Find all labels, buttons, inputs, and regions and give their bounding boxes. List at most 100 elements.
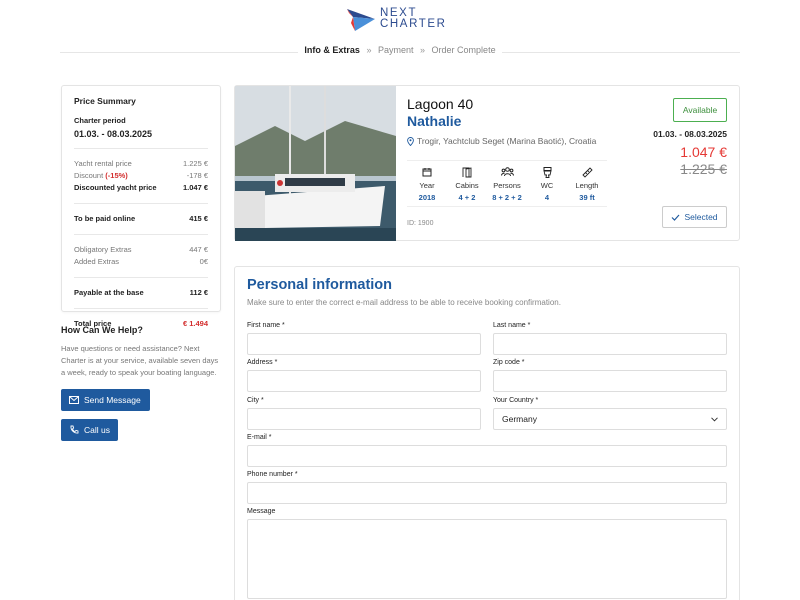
spec-persons: Persons 8 + 2 + 2 (487, 165, 527, 202)
first-name-field[interactable] (247, 333, 481, 355)
address-label: Address * (247, 359, 278, 366)
call-us-button[interactable]: Call us (61, 419, 118, 441)
base-label: Payable at the base (74, 288, 144, 297)
phone-field[interactable] (247, 482, 727, 504)
step-order-complete: Order Complete (431, 45, 496, 55)
phone-icon (70, 425, 79, 434)
email-field[interactable] (247, 445, 727, 467)
call-us-label: Call us (84, 425, 110, 435)
send-message-label: Send Message (84, 395, 141, 405)
price-summary-card: Price Summary Charter period 01.03. - 08… (61, 85, 221, 328)
divider (74, 234, 208, 235)
spec-label: WC (540, 181, 554, 190)
discount-label: Discount (74, 171, 104, 180)
discount-percent: (-15%) (105, 171, 128, 180)
spec-length: Length 39 ft (567, 165, 607, 202)
people-icon (500, 165, 514, 179)
city-label: City * (247, 397, 264, 404)
form-title: Personal information (247, 277, 393, 293)
base-value: 112 € (189, 288, 208, 297)
added-value: 0€ (199, 257, 208, 266)
discounted-label: Discounted yacht price (74, 183, 157, 192)
city-field[interactable] (247, 408, 481, 430)
ruler-icon (581, 165, 593, 179)
boat-image (235, 86, 396, 241)
boat-name: Nathalie (407, 113, 462, 129)
country-label: Your Country * (493, 397, 539, 404)
brand-logo[interactable]: NEXT CHARTER (345, 5, 447, 33)
rental-label: Yacht rental price (74, 159, 132, 168)
spec-wc: WC 4 (527, 165, 567, 202)
selected-button[interactable]: Selected (662, 206, 727, 228)
divider (74, 277, 208, 278)
selected-label: Selected (684, 212, 718, 222)
zip-field[interactable] (493, 370, 727, 392)
obligatory-value: 447 € (189, 245, 208, 254)
online-label: To be paid online (74, 214, 136, 223)
toilet-icon (542, 165, 552, 179)
charter-period: 01.03. - 08.03.2025 (74, 129, 153, 139)
spec-cabins: Cabins 4 + 2 (447, 165, 487, 202)
spec-label: Length (575, 181, 599, 190)
rental-value: 1.225 € (182, 159, 208, 168)
discounted-value: 1.047 € (182, 183, 208, 192)
booking-dates: 01.03. - 08.03.2025 (653, 129, 727, 139)
obligatory-row: Obligatory Extras 447 € (74, 244, 208, 256)
address-field[interactable] (247, 370, 481, 392)
email-label: E-mail * (247, 434, 272, 441)
spec-label: Year (419, 181, 435, 190)
send-message-button[interactable]: Send Message (61, 389, 150, 411)
online-value: 415 € (189, 214, 208, 223)
message-label: Message (247, 508, 276, 515)
divider (74, 308, 208, 309)
brand-line2: CHARTER (380, 18, 447, 30)
step-separator: » (420, 45, 426, 55)
rental-row: Yacht rental price 1.225 € (74, 158, 208, 170)
chevron-down-icon (711, 416, 718, 422)
spec-value: 4 (544, 193, 550, 202)
spec-value: 8 + 2 + 2 (492, 193, 522, 202)
boat-location: Trogir, Yachtclub Seget (Marina Baotić),… (407, 136, 596, 146)
location-pin-icon (407, 136, 414, 146)
price-summary-title: Price Summary (74, 96, 136, 106)
door-icon (462, 165, 472, 179)
step-separator: » (366, 45, 372, 55)
logo-arrow-icon (347, 9, 375, 31)
discounted-row: Discounted yacht price 1.047 € (74, 182, 208, 194)
country-select[interactable]: Germany (493, 408, 727, 430)
country-value: Germany (502, 414, 537, 424)
envelope-icon (69, 396, 79, 404)
last-name-label: Last name * (493, 322, 531, 329)
form-description: Make sure to enter the correct e-mail ad… (247, 298, 561, 307)
zip-label: Zip code * (493, 359, 525, 366)
phone-label: Phone number * (247, 471, 298, 478)
calendar-icon (422, 165, 432, 179)
last-name-field[interactable] (493, 333, 727, 355)
spec-year: Year 2018 (407, 165, 447, 202)
added-row: Added Extras 0€ (74, 256, 208, 268)
current-price: 1.047 € (680, 144, 727, 160)
personal-info-form: Personal information Make sure to enter … (234, 266, 740, 600)
spec-value: 2018 (418, 193, 436, 202)
availability-badge: Available (673, 98, 727, 122)
spec-value: 39 ft (579, 193, 595, 202)
step-info-extras: Info & Extras (304, 45, 360, 55)
spec-label: Persons (493, 181, 521, 190)
help-text: Have questions or need assistance? Next … (61, 344, 219, 377)
discount-row: Discount (-15%) -178 € (74, 170, 208, 182)
spec-label: Cabins (455, 181, 479, 190)
boat-id: ID: 1900 (407, 220, 434, 227)
checkout-steps: Info & Extras » Payment » Order Complete (0, 45, 800, 55)
original-price: 1.225 € (680, 161, 727, 177)
message-field[interactable] (247, 519, 727, 599)
boat-photo[interactable] (235, 86, 396, 241)
site-header: NEXT CHARTER (0, 0, 800, 40)
spec-value: 4 + 2 (458, 193, 476, 202)
divider (74, 148, 208, 149)
boat-specs: Year 2018 Cabins 4 + 2 Persons 8 + 2 + 2… (407, 160, 607, 207)
boat-card: Lagoon 40 Nathalie Trogir, Yachtclub Seg… (234, 85, 740, 241)
boat-model: Lagoon 40 (407, 96, 474, 112)
obligatory-label: Obligatory Extras (74, 245, 132, 254)
first-name-label: First name * (247, 322, 285, 329)
checkmark-icon (672, 214, 680, 221)
